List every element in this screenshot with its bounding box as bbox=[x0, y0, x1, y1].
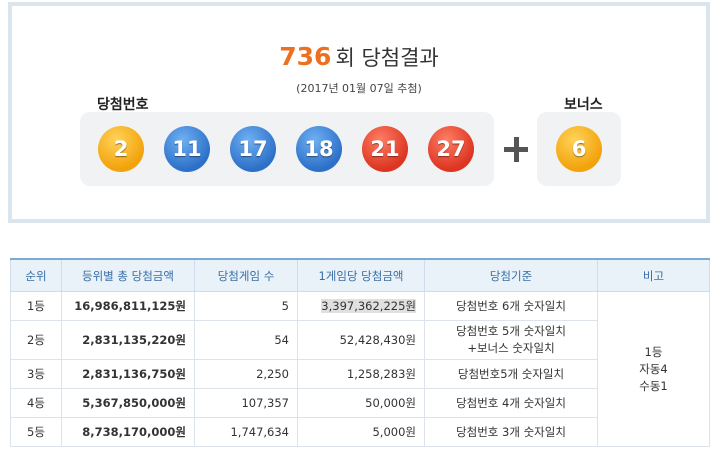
winning-ball-6: 27 bbox=[428, 126, 474, 172]
criteria-line-1: 당첨번호 5개 숫자일치 bbox=[456, 324, 566, 338]
criteria-line-2: +보너스 숫자일치 bbox=[467, 341, 555, 355]
total-prize-cell: 5,367,850,000원 bbox=[61, 388, 195, 418]
rank-cell: 1등 bbox=[10, 291, 62, 321]
col-winner-count: 당첨게임 수 bbox=[194, 258, 298, 292]
winner-count-cell: 5 bbox=[194, 291, 298, 321]
total-prize-cell: 8,738,170,000원 bbox=[61, 417, 195, 447]
winner-count-cell: 1,747,634 bbox=[194, 417, 298, 447]
criteria-cell: 당첨번호 4개 숫자일치 bbox=[424, 388, 598, 418]
prize-per-game-cell: 5,000원 bbox=[297, 417, 425, 447]
prize-per-game-cell: 1,258,283원 bbox=[297, 359, 425, 389]
rank-cell: 4등 bbox=[10, 388, 62, 418]
col-total-prize: 등위별 총 당첨금액 bbox=[61, 258, 195, 292]
winning-numbers-label: 당첨번호 bbox=[97, 97, 149, 113]
prize-per-game-cell: 52,428,430원 bbox=[297, 320, 425, 360]
prize-per-game-cell: 3,397,362,225원 bbox=[297, 291, 425, 321]
round-number: 736 bbox=[279, 42, 332, 71]
remark-line-3: 수동1 bbox=[639, 378, 668, 393]
winning-numbers-panel: 2 11 17 18 21 27 bbox=[80, 112, 494, 186]
rank-cell: 5등 bbox=[10, 417, 62, 447]
col-prize-per-game: 1게임당 당첨금액 bbox=[297, 258, 425, 292]
winning-ball-3: 17 bbox=[230, 126, 276, 172]
criteria-cell: 당첨번호 5개 숫자일치 +보너스 숫자일치 bbox=[424, 320, 598, 360]
criteria-cell: 당첨번호5개 숫자일치 bbox=[424, 359, 598, 389]
total-prize-cell: 2,831,135,220원 bbox=[61, 320, 195, 360]
winning-ball-4: 18 bbox=[296, 126, 342, 172]
col-criteria: 당첨기준 bbox=[424, 258, 598, 292]
bonus-number-panel: 6 bbox=[537, 112, 621, 186]
table-row: 1등 16,986,811,125원 5 3,397,362,225원 당첨번호… bbox=[10, 291, 710, 447]
round-suffix: 회 당첨결과 bbox=[335, 46, 439, 70]
remark-line-1: 1등 bbox=[644, 344, 663, 359]
col-rank: 순위 bbox=[10, 258, 62, 292]
rank-cell: 2등 bbox=[10, 320, 62, 360]
prize-per-game-value: 3,397,362,225원 bbox=[321, 299, 416, 313]
plus-icon bbox=[494, 112, 537, 186]
total-prize-cell: 16,986,811,125원 bbox=[61, 291, 195, 321]
rank-cell: 3등 bbox=[10, 359, 62, 389]
winning-ball-2: 11 bbox=[164, 126, 210, 172]
table-header-row: 순위 등위별 총 당첨금액 당첨게임 수 1게임당 당첨금액 당첨기준 비고 bbox=[10, 258, 710, 292]
winning-ball-5: 21 bbox=[362, 126, 408, 172]
winning-ball-1: 2 bbox=[98, 126, 144, 172]
total-prize-cell: 2,831,136,750원 bbox=[61, 359, 195, 389]
col-remark: 비고 bbox=[597, 258, 710, 292]
prize-table: 순위 등위별 총 당첨금액 당첨게임 수 1게임당 당첨금액 당첨기준 비고 1… bbox=[10, 258, 710, 447]
winner-count-cell: 54 bbox=[194, 320, 298, 360]
result-title: 736 회 당첨결과 bbox=[12, 42, 706, 72]
remark-line-2: 자동4 bbox=[639, 361, 668, 376]
winner-count-cell: 107,357 bbox=[194, 388, 298, 418]
prize-per-game-cell: 50,000원 bbox=[297, 388, 425, 418]
criteria-cell: 당첨번호 6개 숫자일치 bbox=[424, 291, 598, 321]
remark-cell: 1등 자동4 수동1 bbox=[597, 291, 710, 447]
winner-count-cell: 2,250 bbox=[194, 359, 298, 389]
bonus-number-label: 보너스 bbox=[564, 97, 603, 113]
criteria-cell: 당첨번호 3개 숫자일치 bbox=[424, 417, 598, 447]
bonus-ball: 6 bbox=[556, 126, 602, 172]
